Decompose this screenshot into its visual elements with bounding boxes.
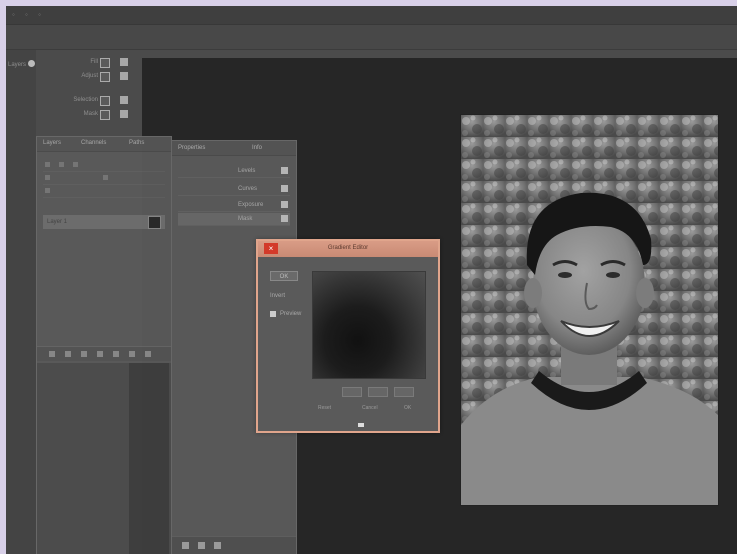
stop-button[interactable] [394,387,414,397]
tool-label: Adjust [81,73,98,79]
adjust-icon[interactable] [100,72,110,82]
tool-label: Mask [83,111,98,117]
selection-icon[interactable] [100,96,110,106]
tool-row[interactable]: Selection [50,96,140,106]
layer-control-row[interactable] [43,185,165,198]
properties-row-label: Levels [238,168,256,174]
gradient-preview[interactable] [312,271,426,379]
view-icon[interactable] [198,542,205,549]
fill-icon[interactable] [103,175,108,180]
options-bar [6,25,737,50]
tool-label: Fill [90,59,98,65]
properties-row[interactable]: Levels [178,165,290,178]
layers-footer [37,346,171,361]
properties-footer [172,536,296,554]
footer-label[interactable]: Cancel [362,405,378,411]
stop-button[interactable] [342,387,362,397]
preview-label: Preview [280,311,302,317]
footer-label[interactable]: Reset [318,405,331,411]
dialog-title: Gradient Editor [327,245,369,251]
layers-panel-tabs: Layers Channels Paths [37,137,171,152]
gradient-dialog: × Gradient Editor OK Invert Preview Rese… [256,239,440,433]
levels-icon[interactable] [281,167,288,174]
photo-editor-window: ◦ ◦ ◦ Layers Fill Adjust Selection Mask [6,6,737,554]
layer-control-row[interactable] [43,172,165,185]
layer-controls [43,159,165,198]
layer-control-row[interactable] [43,159,165,172]
clip-icon[interactable] [182,542,189,549]
portrait-image [461,115,718,505]
tool-grid: Fill Adjust Selection Mask [50,50,140,140]
properties-row-label: Curves [238,186,258,192]
swatch-icon[interactable] [120,58,128,66]
adjustment-icon[interactable] [97,351,103,357]
mask-icon[interactable] [81,351,87,357]
mask-icon[interactable] [100,110,110,120]
footer-label[interactable]: OK [404,405,411,411]
dock-strip [129,363,169,554]
tool-row[interactable]: Mask [50,110,140,120]
invert-option[interactable]: Invert [270,293,285,299]
curves-icon[interactable] [281,185,288,192]
tab-layers[interactable]: Layers [43,140,61,146]
trash-icon[interactable] [145,351,151,357]
exposure-icon[interactable] [281,201,288,208]
move-icon[interactable] [73,162,78,167]
document-photo[interactable] [460,114,719,506]
lower-dock [37,363,171,554]
tool-row[interactable]: Adjust [50,72,140,82]
tab-properties[interactable]: Properties [178,145,205,151]
layers-icon[interactable] [28,60,35,67]
swatch-icon[interactable] [120,72,128,80]
swatch-icon[interactable] [120,96,128,104]
properties-panel-tabs: Properties Info [172,141,296,156]
properties-row-label: Mask [238,216,253,222]
layer-row-selected[interactable]: Layer 1 [43,215,165,229]
dialog-titlebar[interactable]: × Gradient Editor [258,241,438,257]
ok-button[interactable]: OK [270,271,298,281]
layer-name: Layer 1 [47,219,68,225]
window-controls[interactable]: ◦ ◦ ◦ [12,10,45,19]
blend-icon[interactable] [45,162,50,167]
layers-panel: Layers Channels Paths Layer 1 [36,136,172,554]
stop-button[interactable] [368,387,388,397]
fx-icon[interactable] [65,351,71,357]
link-icon[interactable] [49,351,55,357]
tab-info[interactable]: Info [252,145,262,151]
lock-icon[interactable] [59,162,64,167]
left-dock: Layers [6,50,36,554]
opacity-icon[interactable] [45,175,50,180]
swatch-icon[interactable] [120,110,128,118]
new-layer-icon[interactable] [129,351,135,357]
folder-icon[interactable] [113,351,119,357]
reset-icon[interactable] [214,542,221,549]
slider-handle[interactable] [358,423,364,427]
properties-row[interactable]: Exposure [178,199,290,212]
properties-row-selected[interactable]: Mask [178,213,290,226]
tool-row[interactable]: Fill [50,58,140,68]
menu-bar: ◦ ◦ ◦ [6,6,737,25]
preview-checkbox[interactable] [270,311,276,317]
visibility-icon[interactable] [45,188,50,193]
properties-row-label: Exposure [238,202,264,208]
layer-thumbnail [148,216,161,229]
properties-row[interactable]: Curves [178,183,290,196]
mask-icon[interactable] [281,215,288,222]
tab-channels[interactable]: Channels [81,140,106,146]
fill-icon[interactable] [100,58,110,68]
left-dock-label: Layers [8,62,27,68]
tool-label: Selection [73,97,98,103]
tab-paths[interactable]: Paths [129,140,144,146]
